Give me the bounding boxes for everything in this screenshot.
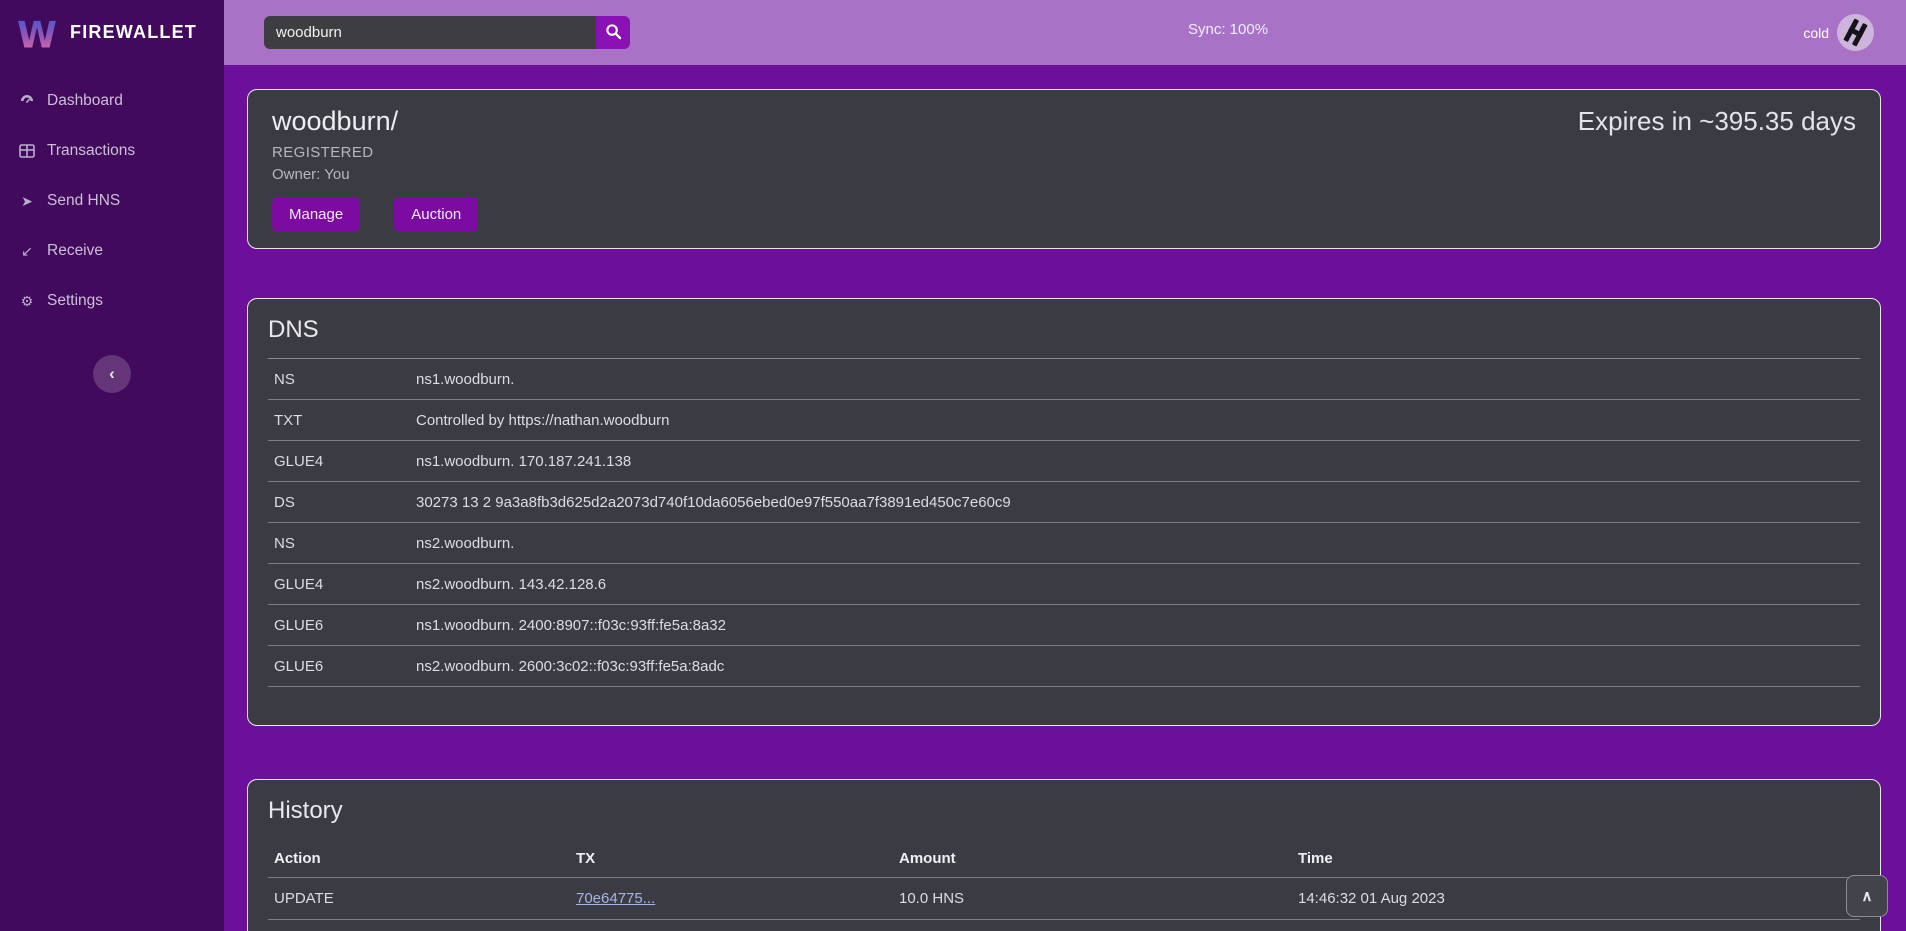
content: woodburn/ Expires in ~395.35 days REGIST… bbox=[224, 65, 1906, 931]
dns-record-type: GLUE6 bbox=[274, 658, 416, 675]
sidebar-item-label: Transactions bbox=[47, 142, 135, 160]
dns-record-row: GLUE4 ns1.woodburn. 170.187.241.138 bbox=[268, 441, 1860, 482]
collapse-sidebar-button[interactable]: ‹ bbox=[93, 355, 131, 393]
settings-icon: ⚙ bbox=[18, 292, 36, 310]
history-card-title: History bbox=[268, 780, 1860, 839]
search-button[interactable] bbox=[596, 16, 630, 49]
history-card: History Action TX Amount Time UPDATE 70e… bbox=[247, 779, 1881, 931]
dns-record-row: TXT Controlled by https://nathan.woodbur… bbox=[268, 400, 1860, 441]
search-bar bbox=[264, 16, 630, 49]
history-header-row: Action TX Amount Time bbox=[268, 839, 1860, 877]
svg-text:W: W bbox=[17, 13, 57, 55]
dns-record-type: NS bbox=[274, 371, 416, 388]
topbar: Sync: 100% cold bbox=[224, 0, 1906, 65]
dns-record-value: ns2.woodburn. 2600:3c02::f03c:93ff:fe5a:… bbox=[416, 658, 1860, 675]
transactions-icon bbox=[18, 142, 36, 160]
sidebar-item-dashboard[interactable]: Dashboard bbox=[0, 79, 224, 123]
main-area: Sync: 100% cold woodburn/ Expires in ~39… bbox=[224, 0, 1906, 931]
history-header-tx: TX bbox=[576, 850, 899, 867]
dns-record-type: TXT bbox=[274, 412, 416, 429]
sidebar-item-label: Send HNS bbox=[47, 192, 120, 210]
dns-record-value: ns1.woodburn. bbox=[416, 371, 1860, 388]
send-icon: ➤ bbox=[18, 192, 36, 210]
dns-record-value: ns2.woodburn. 143.42.128.6 bbox=[416, 576, 1860, 593]
history-time: 14:46:32 01 Aug 2023 bbox=[1298, 890, 1860, 907]
dns-record-value: ns2.woodburn. bbox=[416, 535, 1860, 552]
domain-card: woodburn/ Expires in ~395.35 days REGIST… bbox=[247, 89, 1881, 249]
handshake-icon[interactable] bbox=[1837, 14, 1874, 51]
manage-button[interactable]: Manage bbox=[272, 197, 360, 232]
domain-expiry: Expires in ~395.35 days bbox=[1578, 106, 1856, 137]
dns-record-row: GLUE6 ns1.woodburn. 2400:8907::f03c:93ff… bbox=[268, 605, 1860, 646]
search-input[interactable] bbox=[264, 16, 596, 49]
history-header-action: Action bbox=[274, 850, 576, 867]
search-icon bbox=[605, 23, 622, 43]
sidebar-item-label: Dashboard bbox=[47, 92, 123, 110]
history-action: UPDATE bbox=[274, 890, 576, 907]
sidebar: W FIREWALLET Dashboard bbox=[0, 0, 224, 931]
receive-icon: ↙ bbox=[18, 242, 36, 260]
dns-record-value: ns1.woodburn. 170.187.241.138 bbox=[416, 453, 1860, 470]
dns-record-type: DS bbox=[274, 494, 416, 511]
dns-record-value: ns1.woodburn. 2400:8907::f03c:93ff:fe5a:… bbox=[416, 617, 1860, 634]
dns-record-row: NS ns2.woodburn. bbox=[268, 523, 1860, 564]
wallet-name: cold bbox=[1803, 25, 1829, 41]
dns-record-row: GLUE6 ns2.woodburn. 2600:3c02::f03c:93ff… bbox=[268, 646, 1860, 687]
brand-name: FIREWALLET bbox=[70, 22, 197, 43]
dns-record-type: GLUE6 bbox=[274, 617, 416, 634]
sidebar-item-settings[interactable]: ⚙ Settings bbox=[0, 279, 224, 323]
dns-record-row: NS ns1.woodburn. bbox=[268, 359, 1860, 400]
dns-record-type: GLUE4 bbox=[274, 453, 416, 470]
auction-button[interactable]: Auction bbox=[394, 197, 478, 232]
dns-record-row: DS 30273 13 2 9a3a8fb3d625d2a2073d740f10… bbox=[268, 482, 1860, 523]
wallet-selector: cold bbox=[1803, 0, 1874, 65]
dns-record-value: 30273 13 2 9a3a8fb3d625d2a2073d740f10da6… bbox=[416, 494, 1860, 511]
dns-record-value: Controlled by https://nathan.woodburn bbox=[416, 412, 1860, 429]
sidebar-item-send-hns[interactable]: ➤ Send HNS bbox=[0, 179, 224, 223]
dns-card: DNS NS ns1.woodburn. TXT Controlled by h… bbox=[247, 298, 1881, 726]
sidebar-item-transactions[interactable]: Transactions bbox=[0, 129, 224, 173]
history-row: RENEW d72ef4a3... 10.0 HNS 15:47:36 07 F… bbox=[268, 919, 1860, 931]
domain-status: REGISTERED bbox=[272, 144, 1856, 161]
sidebar-item-receive[interactable]: ↙ Receive bbox=[0, 229, 224, 273]
scroll-top-button[interactable]: ∧ bbox=[1846, 875, 1888, 917]
sidebar-item-label: Settings bbox=[47, 292, 103, 310]
chevron-left-icon: ‹ bbox=[109, 364, 115, 384]
firewallet-logo-icon: W bbox=[16, 11, 58, 55]
dns-record-type: NS bbox=[274, 535, 416, 552]
history-amount: 10.0 HNS bbox=[899, 890, 1298, 907]
dashboard-icon bbox=[18, 92, 36, 110]
history-header-amount: Amount bbox=[899, 850, 1298, 867]
sidebar-nav: Dashboard Transactions ➤ Send HNS ↙ Rece… bbox=[0, 79, 224, 329]
domain-title: woodburn/ bbox=[272, 106, 398, 137]
dns-record-type: GLUE4 bbox=[274, 576, 416, 593]
history-header-time: Time bbox=[1298, 850, 1860, 867]
dns-card-title: DNS bbox=[268, 299, 1860, 359]
domain-owner: Owner: You bbox=[272, 166, 1856, 183]
chevron-up-icon: ∧ bbox=[1862, 887, 1873, 905]
tx-link[interactable]: 70e64775... bbox=[576, 890, 655, 907]
history-row: UPDATE 70e64775... 10.0 HNS 14:46:32 01 … bbox=[268, 877, 1860, 919]
dns-record-row: GLUE4 ns2.woodburn. 143.42.128.6 bbox=[268, 564, 1860, 605]
sync-status: Sync: 100% bbox=[1188, 21, 1268, 38]
sidebar-item-label: Receive bbox=[47, 242, 103, 260]
sidebar-header: W FIREWALLET bbox=[0, 0, 224, 65]
